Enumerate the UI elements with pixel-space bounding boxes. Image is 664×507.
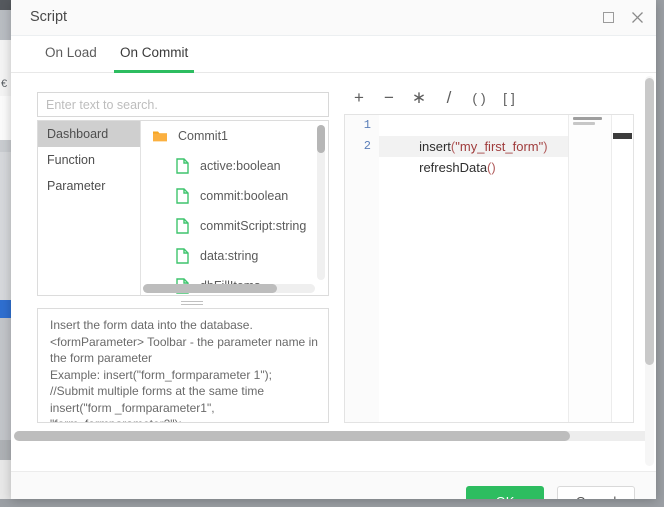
minimap-line bbox=[573, 122, 595, 125]
object-browser: Dashboard Function Parameter Commit1 act… bbox=[37, 120, 329, 296]
tree-vertical-scrollbar[interactable] bbox=[317, 125, 325, 280]
tab-bar: On Load On Commit bbox=[11, 36, 656, 73]
tree-row[interactable]: data:string bbox=[142, 241, 328, 271]
category-item-parameter[interactable]: Parameter bbox=[38, 173, 140, 199]
tree-horizontal-scrollbar[interactable] bbox=[143, 284, 315, 293]
background-left-panel-content bbox=[0, 0, 11, 507]
tree-list: Commit1 active:boolean commit:boolean co… bbox=[142, 121, 328, 295]
dialog-vertical-scrollbar[interactable] bbox=[645, 76, 654, 466]
background-glyph: € bbox=[1, 78, 8, 90]
search-input[interactable] bbox=[37, 92, 329, 117]
minus-operator-button[interactable]: − bbox=[374, 87, 404, 109]
code-token: insert bbox=[419, 139, 451, 154]
dialog-footer: OK Cancel bbox=[11, 471, 656, 499]
window-controls bbox=[600, 9, 645, 25]
ok-button[interactable]: OK bbox=[466, 486, 544, 499]
brackets-operator-button[interactable]: [ ] bbox=[494, 87, 524, 109]
description-text: Insert the form data into the database. … bbox=[50, 318, 318, 422]
tab-on-load[interactable]: On Load bbox=[39, 36, 103, 73]
tree-row-label: commit:boolean bbox=[200, 189, 289, 203]
dialog-body: Dashboard Function Parameter Commit1 bbox=[11, 73, 656, 471]
category-item-function[interactable]: Function bbox=[38, 147, 140, 173]
tree-row[interactable]: commit:boolean bbox=[142, 181, 328, 211]
tree-horizontal-scrollbar-thumb[interactable] bbox=[143, 284, 278, 293]
editor-minimap[interactable] bbox=[568, 115, 611, 422]
background-left-panel: € bbox=[0, 0, 11, 507]
code-line[interactable]: insert("my_first_form") bbox=[379, 115, 569, 154]
tree-row-label: data:string bbox=[200, 249, 259, 263]
code-token: ) bbox=[543, 139, 548, 154]
dialog-title: Script bbox=[30, 9, 68, 25]
tree-row-label: commitScript:string bbox=[200, 219, 307, 233]
category-item-dashboard[interactable]: Dashboard bbox=[38, 121, 140, 147]
code-token: () bbox=[487, 160, 496, 175]
cancel-button[interactable]: Cancel bbox=[557, 486, 635, 499]
tree-row[interactable]: commitScript:string bbox=[142, 211, 328, 241]
background-right-edge bbox=[656, 0, 664, 507]
tree-row[interactable]: Commit1 bbox=[142, 121, 328, 151]
tree-row-label: active:boolean bbox=[200, 159, 281, 173]
file-icon bbox=[172, 186, 192, 206]
script-dialog: Script On Load On Commit Dashboard Func bbox=[11, 0, 656, 499]
minimap-line bbox=[573, 117, 603, 120]
dialog-vertical-scrollbar-thumb[interactable] bbox=[645, 78, 654, 365]
multiply-operator-button[interactable]: ∗ bbox=[404, 87, 434, 109]
splitter-line bbox=[181, 304, 203, 305]
line-number: 2 bbox=[363, 139, 371, 153]
file-icon bbox=[172, 246, 192, 266]
tab-on-commit[interactable]: On Commit bbox=[114, 36, 195, 73]
tree-row-label: Commit1 bbox=[178, 129, 229, 143]
maximize-icon bbox=[602, 11, 614, 23]
dialog-horizontal-scrollbar[interactable] bbox=[14, 431, 653, 441]
operator-toolbar: + − ∗ / ( ) [ ] bbox=[344, 87, 524, 109]
panel-splitter-handle[interactable] bbox=[181, 299, 203, 307]
code-token: refreshData bbox=[419, 160, 488, 175]
background-bottom-edge bbox=[0, 499, 664, 507]
splitter-line bbox=[181, 301, 203, 302]
editor-vertical-scrollbar-thumb[interactable] bbox=[613, 133, 632, 139]
folder-icon bbox=[150, 126, 170, 146]
editor-code-area[interactable]: insert("my_first_form") refreshData() bbox=[379, 115, 569, 422]
code-editor[interactable]: 1 2 insert("my_first_form") refreshData(… bbox=[344, 114, 634, 423]
close-button[interactable] bbox=[629, 9, 645, 25]
close-icon bbox=[631, 11, 643, 23]
maximize-button[interactable] bbox=[600, 9, 616, 25]
tree-vertical-scrollbar-thumb[interactable] bbox=[317, 125, 325, 153]
editor-vertical-scrollbar[interactable] bbox=[611, 115, 633, 422]
tree-row[interactable]: active:boolean bbox=[142, 151, 328, 181]
plus-operator-button[interactable]: + bbox=[344, 87, 374, 109]
code-token: "my_first_form" bbox=[455, 139, 544, 154]
divide-operator-button[interactable]: / bbox=[434, 87, 464, 109]
parentheses-operator-button[interactable]: ( ) bbox=[464, 87, 494, 109]
category-list: Dashboard Function Parameter bbox=[38, 121, 141, 295]
description-panel: Insert the form data into the database. … bbox=[37, 308, 329, 423]
file-icon bbox=[172, 216, 192, 236]
file-icon bbox=[172, 156, 192, 176]
editor-gutter: 1 2 bbox=[345, 115, 379, 422]
line-number: 1 bbox=[363, 118, 371, 132]
dialog-titlebar: Script bbox=[11, 0, 656, 36]
dialog-horizontal-scrollbar-thumb[interactable] bbox=[14, 431, 570, 441]
